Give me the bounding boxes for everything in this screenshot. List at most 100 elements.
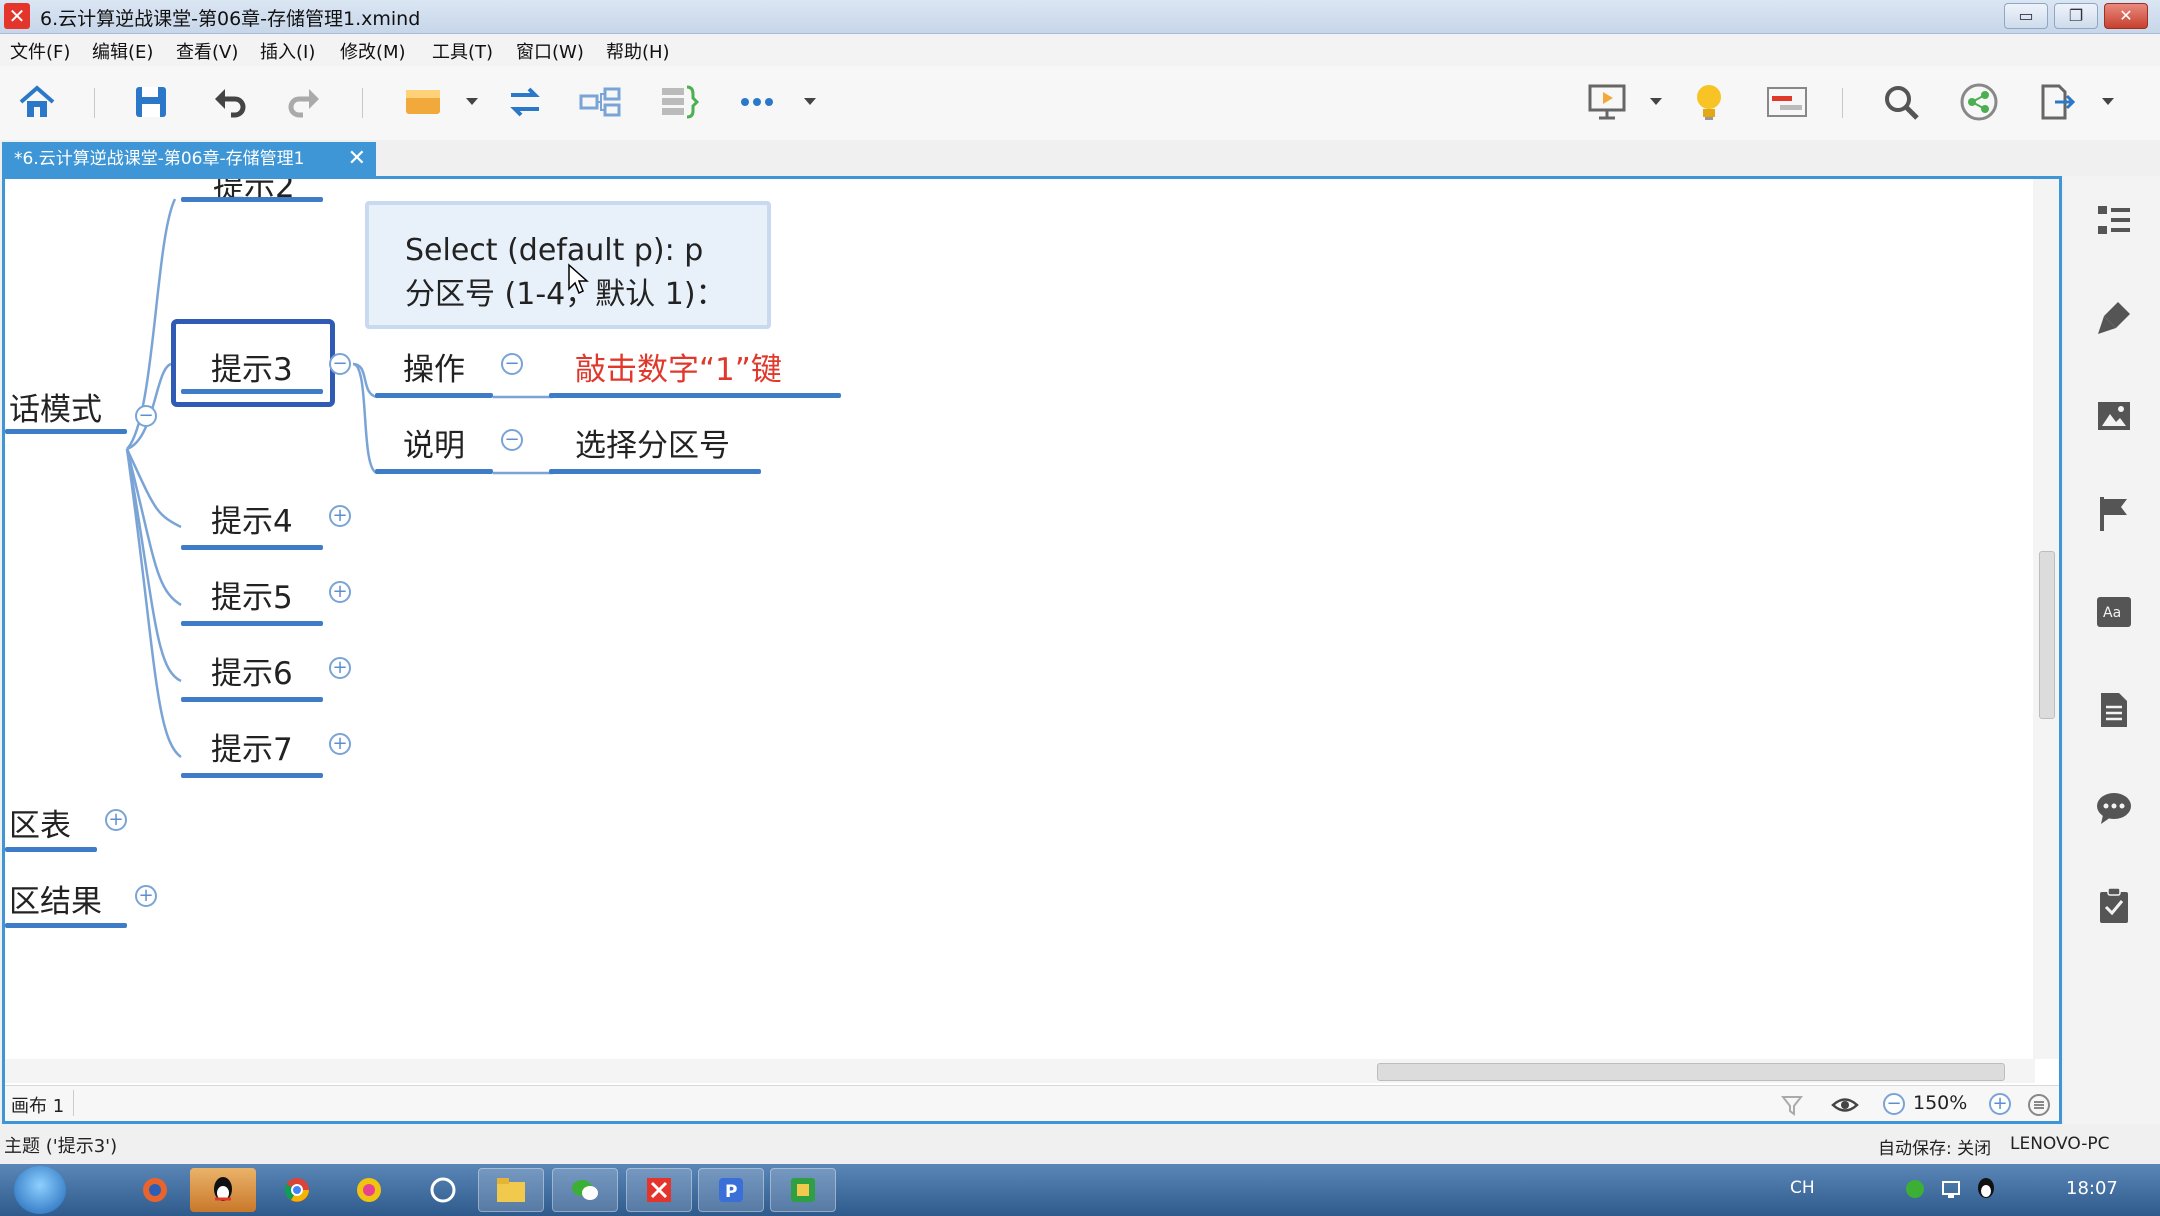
hint5-expand-icon[interactable]: + (329, 581, 351, 603)
hint7-expand-icon[interactable]: + (329, 733, 351, 755)
topic-dropdown-chevron-down-icon[interactable] (452, 76, 492, 128)
tray-clock[interactable]: 18:07 (2066, 1178, 2118, 1199)
fit-map-icon[interactable] (2027, 1093, 2051, 1117)
hint5-node[interactable]: 提示5 (211, 572, 293, 617)
minimize-button[interactable]: ▭ (2004, 3, 2048, 29)
hint3-node[interactable]: 提示3 (211, 344, 293, 389)
menu-file[interactable]: 文件(F) (10, 38, 70, 64)
footer-separator (73, 1090, 74, 1116)
zoom-out-icon[interactable]: − (1883, 1093, 1905, 1115)
operation-collapse-icon[interactable]: − (501, 353, 523, 375)
hint6-expand-icon[interactable]: + (329, 657, 351, 679)
horizontal-scrollbar[interactable] (5, 1059, 2035, 1083)
text-style-icon[interactable]: Aa (2092, 590, 2136, 634)
tray-wechat-icon[interactable] (1904, 1178, 1926, 1200)
taskbar-chrome-icon[interactable] (264, 1168, 330, 1212)
more-icon[interactable] (730, 76, 784, 128)
hint5-underline (181, 621, 323, 626)
horizontal-scroll-thumb[interactable] (1377, 1063, 2005, 1081)
tab-document[interactable]: *6.云计算逆战课堂-第06章-存储管理1 ✕ (2, 142, 376, 176)
task-icon[interactable] (2092, 884, 2136, 928)
menu-tools[interactable]: 工具(T) (432, 38, 493, 64)
image-icon[interactable] (2092, 394, 2136, 438)
save-icon[interactable] (124, 76, 178, 128)
tray-input-language[interactable]: CH (1790, 1178, 1815, 1198)
menu-edit[interactable]: 编辑(E) (92, 38, 153, 64)
restore-button[interactable]: ❐ (2054, 3, 2098, 29)
outline-icon[interactable] (2092, 198, 2136, 242)
menu-window[interactable]: 窗口(W) (516, 38, 584, 64)
taskbar-browser-icon[interactable] (336, 1168, 402, 1212)
menu-modify[interactable]: 修改(M) (340, 38, 406, 64)
tab-label: *6.云计算逆战课堂-第06章-存储管理1 (14, 149, 305, 169)
hint4-underline (181, 545, 323, 550)
result-expand-icon[interactable]: + (135, 885, 157, 907)
home-icon[interactable] (10, 76, 64, 128)
mode-collapse-icon[interactable]: − (135, 405, 157, 427)
table-node[interactable]: 区表 (9, 800, 71, 845)
hint6-node[interactable]: 提示6 (211, 648, 293, 693)
relationship-icon[interactable] (498, 76, 552, 128)
operation-value-node[interactable]: 敲击数字“1”键 (575, 344, 782, 389)
note-value-node[interactable]: 选择分区号 (575, 420, 730, 465)
result-node[interactable]: 区结果 (9, 876, 102, 921)
hint4-expand-icon[interactable]: + (329, 505, 351, 527)
title-bar: ✕ 6.云计算逆战课堂-第06章-存储管理1.xmind ▭ ❐ ✕ (0, 0, 2160, 34)
taskbar-xmind-icon[interactable] (626, 1168, 692, 1212)
taskbar-recorder-icon[interactable] (770, 1168, 836, 1212)
vertical-scroll-thumb[interactable] (2039, 551, 2055, 719)
close-window-button[interactable]: ✕ (2104, 3, 2148, 29)
comment-icon[interactable] (2092, 786, 2136, 830)
taskbar-explorer-icon[interactable] (478, 1168, 544, 1212)
redo-icon[interactable] (278, 76, 332, 128)
note-label-node[interactable]: 说明 (403, 420, 465, 465)
toolbar-separator (1842, 88, 1843, 118)
filter-icon[interactable] (1781, 1094, 1803, 1116)
undo-icon[interactable] (202, 76, 256, 128)
taskbar-qq-icon[interactable] (190, 1168, 256, 1212)
mindmap-area[interactable]: 提示2 Select (default p): p 分区号 (1-4，默认 1)… (5, 179, 2059, 1059)
summary-icon[interactable] (652, 76, 706, 128)
taskbar-wechat-icon[interactable] (552, 1168, 618, 1212)
tray-network-icon[interactable] (1940, 1178, 1962, 1200)
tray-qq-icon[interactable] (1974, 1176, 1998, 1202)
notes-icon[interactable] (2092, 688, 2136, 732)
flag-icon[interactable] (2092, 492, 2136, 536)
toolbar-separator (94, 88, 95, 118)
taskbar-p-app-icon[interactable]: P (698, 1168, 764, 1212)
mindmap-canvas[interactable]: 提示2 Select (default p): p 分区号 (1-4，默认 1)… (2, 176, 2062, 1124)
table-expand-icon[interactable]: + (105, 809, 127, 831)
export-chevron-down-icon[interactable] (2088, 76, 2128, 128)
search-icon[interactable] (1874, 76, 1928, 128)
sheet-tab[interactable]: 画布 1 (11, 1092, 64, 1118)
taskbar-firefox-icon[interactable] (122, 1168, 188, 1212)
operation-label-node[interactable]: 操作 (403, 344, 465, 389)
taskbar-app-icon[interactable] (410, 1168, 476, 1212)
tab-close-icon[interactable]: ✕ (348, 142, 366, 176)
more-chevron-down-icon[interactable] (790, 76, 830, 128)
hint3-collapse-icon[interactable]: − (329, 353, 351, 375)
menu-help[interactable]: 帮助(H) (606, 38, 670, 64)
eye-icon[interactable] (1831, 1094, 1859, 1116)
status-autosave[interactable]: 自动保存: 关闭 (1878, 1134, 1991, 1159)
share-icon[interactable] (1952, 76, 2006, 128)
zoom-in-icon[interactable]: + (1989, 1093, 2011, 1115)
gantt-icon[interactable] (1760, 76, 1814, 128)
start-button-windows-icon[interactable] (14, 1166, 66, 1214)
presentation-icon[interactable] (1580, 76, 1634, 128)
menu-view[interactable]: 查看(V) (176, 38, 238, 64)
structure-icon[interactable] (574, 76, 628, 128)
zoom-level[interactable]: 150% (1913, 1092, 1967, 1114)
note-collapse-icon[interactable]: − (501, 429, 523, 451)
hint4-node[interactable]: 提示4 (211, 496, 293, 541)
topic-icon[interactable] (396, 76, 450, 128)
hint3-underline (181, 389, 323, 394)
mode-node[interactable]: 话模式 (9, 384, 102, 429)
presentation-chevron-down-icon[interactable] (1636, 76, 1676, 128)
vertical-scrollbar[interactable] (2033, 179, 2059, 1059)
format-brush-icon[interactable] (2092, 296, 2136, 340)
hint7-node[interactable]: 提示7 (211, 724, 293, 769)
idea-icon[interactable] (1682, 76, 1736, 128)
menu-insert[interactable]: 插入(I) (260, 38, 315, 64)
export-icon[interactable] (2030, 76, 2084, 128)
